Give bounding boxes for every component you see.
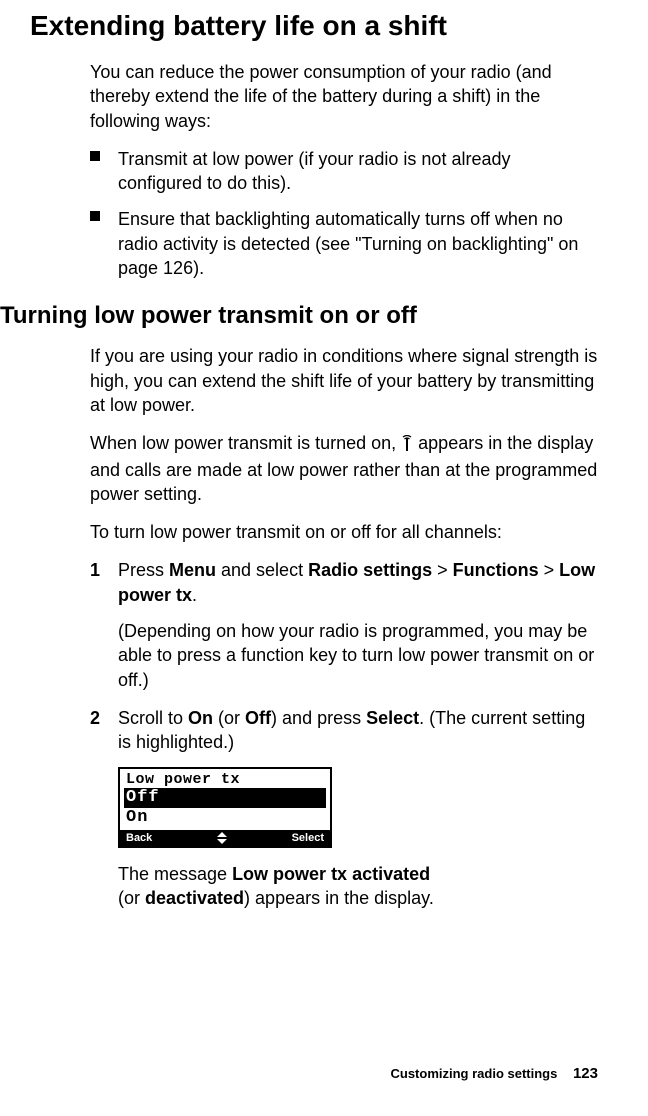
text-run: Press <box>118 560 169 580</box>
radio-softkey-bar: Back Select <box>120 830 330 846</box>
option-on: On <box>188 708 213 728</box>
list-item: 2 Scroll to On (or Off) and press Select… <box>90 706 598 755</box>
text-run: (or <box>118 888 145 908</box>
select-label: Select <box>366 708 419 728</box>
ordered-list: 2 Scroll to On (or Off) and press Select… <box>90 706 598 755</box>
text-run: Scroll to <box>118 708 188 728</box>
list-item: Ensure that backlighting automatically t… <box>90 207 598 280</box>
bullet-list: Transmit at low power (if your radio is … <box>90 147 598 280</box>
list-item: 1 Press Menu and select Radio settings >… <box>90 558 598 607</box>
menu-label: Menu <box>169 560 216 580</box>
page: Extending battery life on a shift You ca… <box>0 0 648 1116</box>
softkey-select: Select <box>292 832 324 844</box>
intro-paragraph: You can reduce the power consumption of … <box>90 60 598 133</box>
triangle-up-icon <box>217 832 227 837</box>
low-power-antenna-icon <box>401 433 413 457</box>
heading-low-power-transmit: Turning low power transmit on or off <box>0 302 598 330</box>
text-run: ) and press <box>271 708 366 728</box>
text-run: and select <box>216 560 308 580</box>
paragraph: To turn low power transmit on or off for… <box>90 520 598 544</box>
softkey-back: Back <box>126 832 152 844</box>
paragraph: When low power transmit is turned on, ap… <box>90 431 598 506</box>
text-run: > <box>539 560 560 580</box>
radio-display-illustration: Low power tx Off On Back Select <box>118 767 332 848</box>
radio-option-off-selected: Off <box>124 788 326 808</box>
body-block-1: You can reduce the power consumption of … <box>90 60 598 280</box>
bullet-text: Ensure that backlighting automatically t… <box>118 209 578 278</box>
message-deactivated: deactivated <box>145 888 244 908</box>
square-bullet-icon <box>90 211 100 221</box>
result-paragraph: The message Low power tx activated (or d… <box>118 862 598 911</box>
list-item: Transmit at low power (if your radio is … <box>90 147 598 196</box>
footer-page-number: 123 <box>573 1065 598 1082</box>
paragraph: If you are using your radio in condition… <box>90 344 598 417</box>
text-run: The message <box>118 864 232 884</box>
square-bullet-icon <box>90 151 100 161</box>
text-run: > <box>432 560 453 580</box>
step-number: 2 <box>90 706 100 730</box>
text-run: (or <box>213 708 245 728</box>
text-run: . <box>192 585 197 605</box>
heading-extending-battery: Extending battery life on a shift <box>30 10 598 42</box>
text-run: When low power transmit is turned on, <box>90 433 401 453</box>
ordered-list: 1 Press Menu and select Radio settings >… <box>90 558 598 607</box>
page-footer: Customizing radio settings 123 <box>391 1065 599 1082</box>
footer-section-title: Customizing radio settings <box>391 1066 558 1081</box>
triangle-down-icon <box>217 839 227 844</box>
body-block-2: If you are using your radio in condition… <box>90 344 598 910</box>
menu-path-item: Functions <box>453 560 539 580</box>
bullet-text: Transmit at low power (if your radio is … <box>118 149 510 193</box>
message-activated: Low power tx activated <box>232 864 430 884</box>
text-run: ) appears in the display. <box>244 888 434 908</box>
radio-screen-title: Low power tx <box>120 769 330 788</box>
scroll-arrows-icon <box>217 832 227 844</box>
option-off: Off <box>245 708 271 728</box>
menu-path-item: Radio settings <box>308 560 432 580</box>
step-note: (Depending on how your radio is programm… <box>118 619 598 692</box>
radio-option-on: On <box>120 808 330 828</box>
step-number: 1 <box>90 558 100 582</box>
